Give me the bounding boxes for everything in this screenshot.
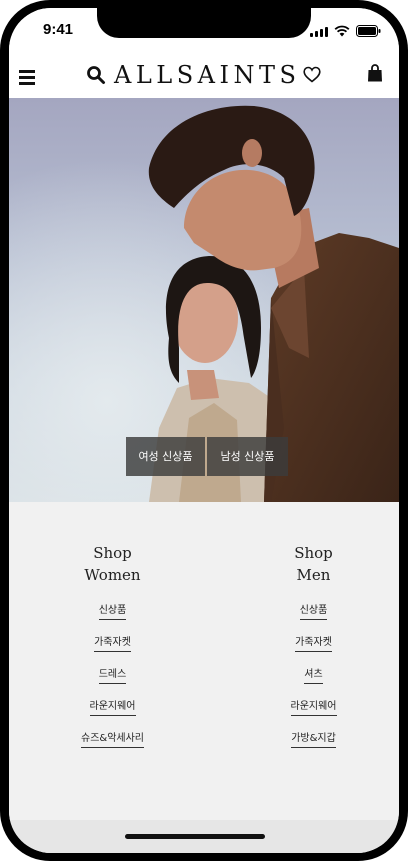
women-new-arrivals-button[interactable]: 여성 신상품 [126, 437, 205, 476]
brand-logo[interactable]: ALLSAINTS [114, 61, 300, 89]
screen: 9:41 ALLSAINTS 여성 신상품 남성 신상품 Shop Women … [9, 8, 399, 853]
phone-frame: 9:41 ALLSAINTS 여성 신상품 남성 신상품 Shop Women … [0, 0, 408, 861]
status-time: 9:41 [43, 21, 74, 38]
women-link-leather-jacket[interactable]: 가죽자켓 [94, 636, 131, 652]
men-link-bags-wallets[interactable]: 가방&지갑 [291, 732, 336, 748]
men-new-arrivals-button[interactable]: 남성 신상품 [207, 437, 288, 476]
women-link-loungewear[interactable]: 라운지웨어 [89, 700, 136, 716]
cellular-signal-icon [310, 26, 328, 37]
men-link-leather-jacket[interactable]: 가죽자켓 [295, 636, 332, 652]
shop-women-column: Shop Women 신상품 가죽자켓 드레스 라운지웨어 슈즈&악세사리 [49, 542, 176, 758]
battery-icon [356, 25, 381, 37]
hero-banner: 여성 신상품 남성 신상품 [9, 98, 399, 502]
women-link-new[interactable]: 신상품 [98, 604, 127, 620]
top-nav: ALLSAINTS [9, 52, 399, 98]
heart-icon[interactable] [303, 66, 321, 83]
notch [97, 8, 311, 38]
home-indicator[interactable] [125, 834, 265, 839]
shop-men-column: Shop Men 신상품 가죽자켓 셔츠 라운지웨어 가방&지갑 [263, 542, 364, 758]
shop-men-title: Shop Men [294, 544, 333, 584]
shop-women-title: Shop Women [84, 544, 141, 584]
men-links: 신상품 가죽자켓 셔츠 라운지웨어 가방&지갑 [263, 598, 364, 758]
menu-icon[interactable] [19, 70, 35, 85]
status-icons [310, 23, 381, 37]
search-icon[interactable] [86, 65, 106, 85]
shop-categories: Shop Women 신상품 가죽자켓 드레스 라운지웨어 슈즈&악세사리 Sh… [9, 502, 399, 820]
women-link-dresses[interactable]: 드레스 [98, 668, 127, 684]
men-link-shirts[interactable]: 셔츠 [304, 668, 323, 684]
women-link-shoes-accessories[interactable]: 슈즈&악세사리 [81, 732, 144, 748]
men-link-new[interactable]: 신상품 [299, 604, 328, 620]
wifi-icon [334, 25, 350, 37]
women-links: 신상품 가죽자켓 드레스 라운지웨어 슈즈&악세사리 [49, 598, 176, 758]
men-link-loungewear[interactable]: 라운지웨어 [290, 700, 337, 716]
bag-icon[interactable] [367, 63, 383, 83]
